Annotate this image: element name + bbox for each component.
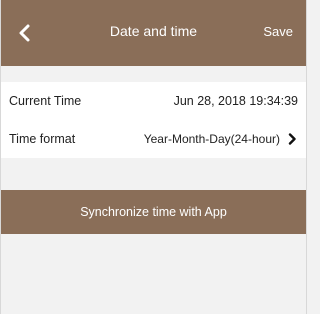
sync-time-button[interactable]: Synchronize time with App xyxy=(1,190,306,234)
current-time-value: Jun 28, 2018 19:34:39 xyxy=(173,94,298,108)
settings-card: Current Time Jun 28, 2018 19:34:39 Time … xyxy=(1,82,306,158)
current-time-row: Current Time Jun 28, 2018 19:34:39 xyxy=(1,82,306,120)
spacer xyxy=(1,66,306,82)
chevron-right-icon xyxy=(287,133,297,145)
page-title: Date and time xyxy=(109,23,198,39)
spacer xyxy=(1,158,306,190)
top-bar: Date and time Save xyxy=(1,0,306,66)
time-format-label: Time format xyxy=(9,132,76,146)
time-format-value: Year-Month-Day(24-hour) xyxy=(143,132,280,146)
save-button[interactable]: Save xyxy=(263,24,293,39)
time-format-row[interactable]: Time format Year-Month-Day(24-hour) xyxy=(1,120,306,158)
current-time-label: Current Time xyxy=(9,94,82,108)
